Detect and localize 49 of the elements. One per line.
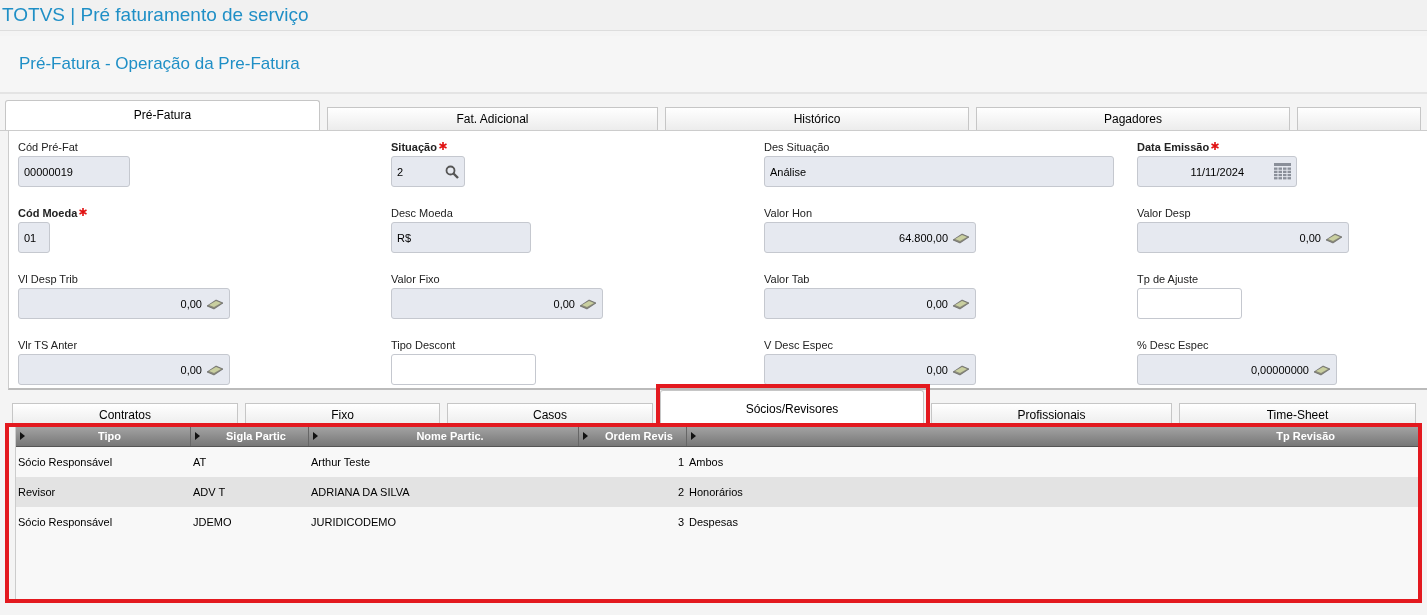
tab[interactable]: Fat. Adicional [327,107,658,130]
input-field[interactable] [1137,288,1242,319]
field-label: Valor Fixo [391,273,440,287]
page-title: Pré-Fatura - Operação da Pre-Fatura [18,54,300,74]
tab[interactable]: Pagadores [976,107,1290,130]
table-cell-text: 3 [676,516,685,528]
field-label: Cód Moeda [18,207,78,221]
caret-icon [20,432,25,440]
table-cell-text: ADRIANA DA SILVA [310,486,411,498]
table-cell-text: Arthur Teste [310,456,372,468]
field-label: Situação [391,141,437,155]
field-label: Vlr TS Anter [18,339,78,353]
table-cell-text: Sócio Responsável [17,456,114,468]
caret-icon [195,432,200,440]
caret-icon [313,432,318,440]
table-cell-text: AT [192,456,208,468]
field-label: Tipo Descont [391,339,456,353]
table-cell-text: Revisor [17,486,57,498]
table-cell-text: Honorários [688,486,744,498]
field-label: Tp de Ajuste [1137,273,1199,287]
caret-icon [583,432,588,440]
field-label: Valor Tab [764,273,810,287]
table-cell-text: 2 [676,486,685,498]
asterisk-icon [438,142,447,150]
tab[interactable]: Pré-Fatura [5,100,320,130]
field-label: Vl Desp Trib [18,273,78,287]
table-cell-text: Despesas [688,516,739,528]
field-label: Data Emissão [1137,141,1210,155]
table-cell-text: JDEMO [192,516,233,528]
table-cell-text: ADV T [192,486,227,498]
asterisk-icon [79,208,88,216]
tab[interactable]: Histórico [665,107,969,130]
field-label: Valor Hon [764,207,813,221]
field-label: Des Situação [764,141,830,155]
tab[interactable] [1297,107,1421,130]
caret-icon [691,432,696,440]
input-field[interactable] [391,354,536,385]
field-label: % Desc Espec [1137,339,1209,353]
table-cell-text: JURIDICODEMO [310,516,397,528]
field-label: V Desc Espec [764,339,834,353]
tab[interactable]: Sócios/Revisores [660,390,924,426]
table-cell-text: 1 [676,456,685,468]
app-title: TOTVS | Pré faturamento de serviço [1,4,309,26]
field-label: Valor Desp [1137,207,1191,221]
field-label: Desc Moeda [391,207,453,221]
field-label: Cód Pré-Fat [18,141,78,155]
asterisk-icon [1211,142,1220,150]
table-cell-text: Ambos [688,456,725,468]
table-cell-text: Sócio Responsável [17,516,114,528]
